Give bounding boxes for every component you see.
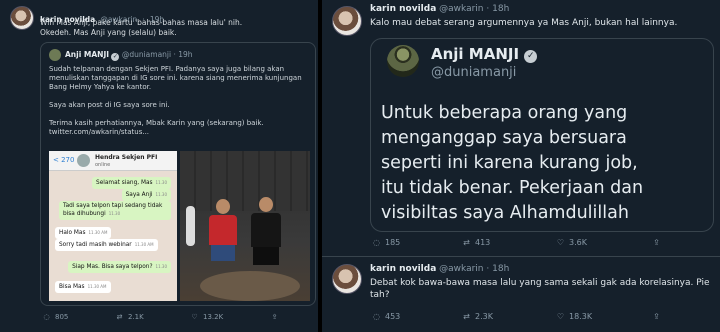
handle[interactable]: @awkarin — [439, 4, 483, 14]
retweet-button[interactable]: ⇄ 2.1K — [115, 313, 144, 321]
timestamp[interactable]: 18h — [492, 4, 509, 14]
tweet-actions: ◌ 185 ⇄ 413 ♡ 3.6K ⇪ — [370, 238, 710, 250]
quoted-text-line: menganggap saya bersuara — [381, 128, 627, 148]
quoted-header: Anji MANJI ✓ — [431, 45, 538, 63]
like-button[interactable]: ♡ 13.2K — [190, 313, 223, 321]
quoted-handle: @duniamanji — [431, 65, 517, 80]
chat-status: online — [95, 162, 111, 168]
reply-button[interactable]: ◌ 453 — [372, 312, 400, 321]
quoted-text-line: Terima kasih perhatiannya, Mbak Karin ya… — [49, 119, 264, 127]
tweet-text-line: Wih Mas Anji, pake kartu 'bahas-bahas ma… — [40, 18, 243, 27]
avatar[interactable] — [10, 6, 34, 30]
avatar[interactable] — [332, 6, 362, 36]
chat-screenshot-image[interactable]: < 270 Hendra Sekjen PFI online Selamat s… — [49, 151, 177, 301]
quoted-avatar — [49, 49, 61, 61]
share-icon: ⇪ — [271, 313, 278, 321]
divider — [322, 256, 720, 257]
tweet-actions: ◌ 805 ⇄ 2.1K ♡ 13.2K ⇪ — [40, 313, 310, 325]
quoted-text-line: Saya akan post di IG saya sore ini. — [49, 101, 170, 109]
chat-bubble: Selamat siang, Mas 11.30 — [92, 177, 171, 189]
like-button[interactable]: ♡ 3.6K — [556, 238, 587, 247]
left-screenshot-panel: karin novilda @awkarin · 19h Wih Mas Anj… — [0, 0, 318, 332]
quoted-text-line: visibiltas saya Alhamdulillah — [381, 203, 629, 223]
tweet-header: karin novilda @awkarin · 18h — [370, 264, 509, 274]
share-icon: ⇪ — [653, 238, 660, 247]
right-screenshot-panel: karin novilda @awkarin · 18h Kalo mau de… — [322, 0, 720, 332]
avatar[interactable] — [332, 264, 362, 294]
tweet-text-line: Debat kok bawa-bawa masa lalu yang sama … — [370, 278, 710, 288]
quoted-text-line: Bang Helmy Yahya ke kantor. — [49, 83, 152, 91]
handle[interactable]: @awkarin — [439, 264, 483, 274]
reply-icon: ◌ — [373, 312, 380, 321]
chat-bubble: Siap Mas. Bisa saya telpon? 11.30 — [68, 261, 171, 273]
tweet-text-line: Okedeh. Mas Anji yang (selalu) baik. — [40, 28, 177, 37]
quoted-link[interactable]: twitter.com/awkarin/status... — [49, 128, 149, 137]
guitar-shape — [186, 206, 195, 246]
separator-dot: · — [173, 50, 176, 59]
retweet-button[interactable]: ⇄ 2.3K — [462, 312, 493, 321]
separator-dot: · — [486, 264, 490, 274]
share-button[interactable]: ⇪ — [270, 313, 283, 321]
photo-wall — [180, 151, 310, 211]
quoted-tweet[interactable]: Anji MANJI ✓ @duniamanji · 19h Sudah tel… — [40, 42, 316, 306]
quoted-text-line: itu tidak benar. Pekerjaan dan — [381, 178, 644, 198]
retweet-icon: ⇄ — [116, 313, 123, 321]
reply-icon: ◌ — [43, 313, 50, 321]
retweet-icon: ⇄ — [463, 238, 470, 247]
chat-bubble: Halo Mas 11.30 AM — [55, 227, 112, 239]
retweet-button[interactable]: ⇄ 413 — [462, 238, 490, 247]
tweet-actions: ◌ 453 ⇄ 2.3K ♡ 18.3K ⇪ — [370, 312, 710, 324]
retweet-icon: ⇄ — [463, 312, 470, 321]
chat-contact-name: Hendra Sekjen PFI — [95, 154, 158, 161]
reply-button[interactable]: ◌ 185 — [372, 238, 400, 247]
quoted-text-line: Sudah telpanan dengan Sekjen PFI. Padany… — [49, 65, 285, 73]
quoted-tweet[interactable]: Anji MANJI ✓ @duniamanji Untuk beberapa … — [370, 38, 714, 232]
tweet-text-line: tah? — [370, 290, 390, 300]
display-name[interactable]: karin novilda — [370, 4, 436, 14]
tweet-header: karin novilda @awkarin · 18h — [370, 4, 509, 14]
quoted-display-name: Anji MANJI — [431, 45, 520, 63]
quoted-avatar — [387, 45, 419, 77]
display-name[interactable]: karin novilda — [370, 264, 436, 274]
verified-badge-icon: ✓ — [524, 50, 538, 63]
like-button[interactable]: ♡ 18.3K — [556, 312, 592, 321]
chat-bubble: Tadi saya telpon tapi sedang tidak bisa … — [59, 201, 171, 220]
quoted-handle: @duniamanji — [121, 50, 172, 59]
quoted-timestamp: 19h — [178, 50, 193, 59]
heart-icon: ♡ — [556, 312, 565, 321]
heart-icon: ♡ — [556, 238, 565, 247]
reply-icon: ◌ — [373, 238, 380, 247]
quoted-text-line: Untuk beberapa orang yang — [381, 103, 628, 123]
reply-button[interactable]: ◌ 805 — [42, 313, 68, 321]
person-black-shirt — [250, 197, 282, 267]
chat-bubble: Bisa Mas 11.30 AM — [55, 281, 111, 293]
quoted-text-line: seperti ini karena kurang job, — [381, 153, 638, 173]
share-icon: ⇪ — [653, 312, 660, 321]
chat-header: < 270 Hendra Sekjen PFI online — [49, 151, 177, 171]
tweet-text: Kalo mau debat serang argumennya ya Mas … — [370, 18, 678, 28]
quoted-display-name: Anji MANJI — [65, 50, 110, 59]
studio-photo-image[interactable] — [180, 151, 310, 301]
photo-rug — [200, 271, 300, 301]
person-red-shirt — [208, 199, 238, 261]
chat-bubble: Saya Anji 11.30 — [121, 189, 171, 201]
chat-bubble: Sorry tadi masih webinar 11.30 AM — [55, 239, 158, 251]
verified-badge-icon: ✓ — [111, 53, 120, 61]
share-button[interactable]: ⇪ — [652, 312, 665, 321]
chat-avatar — [77, 154, 90, 167]
quoted-header: Anji MANJI ✓ @duniamanji · 19h — [65, 50, 193, 61]
heart-icon: ♡ — [191, 313, 198, 321]
share-button[interactable]: ⇪ — [652, 238, 665, 247]
quoted-text-line: menuliskan tanggapan di IG sore ini. kar… — [49, 74, 302, 82]
separator-dot: · — [486, 4, 490, 14]
chat-back-label: < 270 — [53, 156, 75, 164]
timestamp[interactable]: 18h — [492, 264, 509, 274]
